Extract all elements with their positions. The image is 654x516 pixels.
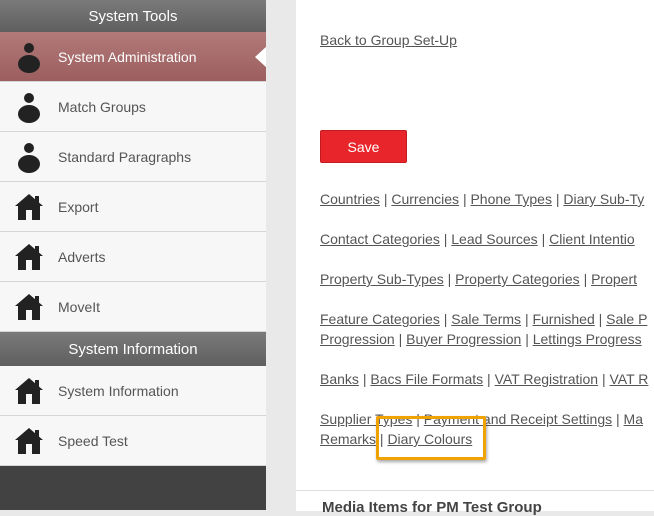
sidebar-item-moveit[interactable]: MoveIt xyxy=(0,282,266,332)
media-items-panel: Media Items for PM Test Group xyxy=(296,490,654,516)
links-row-6: Banks | Bacs File Formats | VAT Registra… xyxy=(320,371,648,387)
back-link-container: Back to Group Set-Up xyxy=(320,32,457,50)
sidebar-item-label: Standard Paragraphs xyxy=(58,148,192,165)
sidebar-item-label: Match Groups xyxy=(58,98,146,115)
separator: | xyxy=(443,311,448,327)
separator: | xyxy=(447,271,452,287)
vat-rates-link[interactable]: VAT R xyxy=(610,371,649,387)
contact-categories-link[interactable]: Contact Categories xyxy=(320,231,440,247)
links-row-8: Remarks | Diary Colours xyxy=(320,431,472,447)
separator: | xyxy=(616,411,620,427)
house-icon xyxy=(0,232,58,281)
progression-link[interactable]: Progression xyxy=(320,331,395,347)
sidebar-item-label: Speed Test xyxy=(58,432,128,449)
vat-registration-link[interactable]: VAT Registration xyxy=(495,371,599,387)
separator: | xyxy=(555,191,560,207)
separator: | xyxy=(383,191,388,207)
person-icon xyxy=(0,32,58,81)
ma-link[interactable]: Ma xyxy=(624,411,643,427)
sidebar-item-match-groups[interactable]: Match Groups xyxy=(0,82,266,132)
media-items-title: Media Items for PM Test Group xyxy=(322,499,542,516)
separator: | xyxy=(362,371,367,387)
separator: | xyxy=(598,311,603,327)
system-information-title: System Information xyxy=(68,340,198,358)
lead-sources-link[interactable]: Lead Sources xyxy=(451,231,537,247)
house-icon xyxy=(0,282,58,331)
system-tools-header: System Tools xyxy=(0,0,266,32)
save-button[interactable]: Save xyxy=(320,130,407,163)
main-panel: Back to Group Set-Up Save Countries | Cu… xyxy=(296,0,654,490)
links-row-1: Countries | Currencies | Phone Types | D… xyxy=(320,191,644,207)
feature-categories-link[interactable]: Feature Categories xyxy=(320,311,440,327)
links-row-7: Supplier Types | Payment and Receipt Set… xyxy=(320,411,643,427)
phone-types-link[interactable]: Phone Types xyxy=(470,191,551,207)
sidebar-item-label: System Information xyxy=(58,382,179,399)
back-to-group-setup-link[interactable]: Back to Group Set-Up xyxy=(320,32,457,48)
sidebar-item-label: Adverts xyxy=(58,248,106,265)
separator: | xyxy=(541,231,546,247)
house-icon xyxy=(0,366,58,415)
property-categories-link[interactable]: Property Categories xyxy=(455,271,580,287)
links-row-4: Feature Categories | Sale Terms | Furnis… xyxy=(320,311,647,327)
supplier-types-link[interactable]: Supplier Types xyxy=(320,411,412,427)
banks-link[interactable]: Banks xyxy=(320,371,359,387)
links-row-5: Progression | Buyer Progression | Lettin… xyxy=(320,331,642,347)
currencies-link[interactable]: Currencies xyxy=(391,191,459,207)
property-link[interactable]: Propert xyxy=(591,271,637,287)
separator: | xyxy=(379,431,384,447)
buyer-progression-link[interactable]: Buyer Progression xyxy=(406,331,521,347)
sidebar-item-system-information[interactable]: System Information xyxy=(0,366,266,416)
sale-terms-link[interactable]: Sale Terms xyxy=(451,311,521,327)
payment-receipt-settings-link[interactable]: Payment and Receipt Settings xyxy=(424,411,612,427)
links-row-3: Property Sub-Types | Property Categories… xyxy=(320,271,637,287)
separator: | xyxy=(443,231,448,247)
remarks-link[interactable]: Remarks xyxy=(320,431,376,447)
content-gutter xyxy=(266,0,296,510)
sidebar: System Tools System Administration Match… xyxy=(0,0,267,510)
sidebar-item-speed-test[interactable]: Speed Test xyxy=(0,416,266,466)
sidebar-item-label: System Administration xyxy=(58,48,197,65)
sidebar-item-adverts[interactable]: Adverts xyxy=(0,232,266,282)
separator: | xyxy=(524,311,529,327)
countries-link[interactable]: Countries xyxy=(320,191,380,207)
separator: | xyxy=(583,271,588,287)
diary-colours-link[interactable]: Diary Colours xyxy=(387,431,472,447)
house-icon xyxy=(0,416,58,465)
sidebar-item-export[interactable]: Export xyxy=(0,182,266,232)
person-icon xyxy=(0,82,58,131)
system-tools-title: System Tools xyxy=(88,7,178,25)
separator: | xyxy=(601,371,606,387)
separator: | xyxy=(487,371,491,387)
sidebar-item-label: Export xyxy=(58,198,99,215)
system-information-header: System Information xyxy=(0,332,266,366)
links-row-2: Contact Categories | Lead Sources | Clie… xyxy=(320,231,635,247)
separator: | xyxy=(416,411,420,427)
sidebar-item-system-administration[interactable]: System Administration xyxy=(0,32,267,82)
house-icon xyxy=(0,182,58,231)
separator: | xyxy=(398,331,403,347)
separator: | xyxy=(462,191,467,207)
diary-sub-types-link[interactable]: Diary Sub-Ty xyxy=(563,191,644,207)
furnished-link[interactable]: Furnished xyxy=(532,311,594,327)
separator: | xyxy=(525,331,529,347)
person-icon xyxy=(0,132,58,181)
sidebar-item-label: MoveIt xyxy=(58,298,101,315)
bacs-file-formats-link[interactable]: Bacs File Formats xyxy=(370,371,483,387)
sidebar-item-standard-paragraphs[interactable]: Standard Paragraphs xyxy=(0,132,266,182)
sale-progression-link[interactable]: Sale P xyxy=(606,311,647,327)
client-intentions-link[interactable]: Client Intentio xyxy=(549,231,635,247)
lettings-progression-link[interactable]: Lettings Progress xyxy=(533,331,642,347)
property-sub-types-link[interactable]: Property Sub-Types xyxy=(320,271,444,287)
